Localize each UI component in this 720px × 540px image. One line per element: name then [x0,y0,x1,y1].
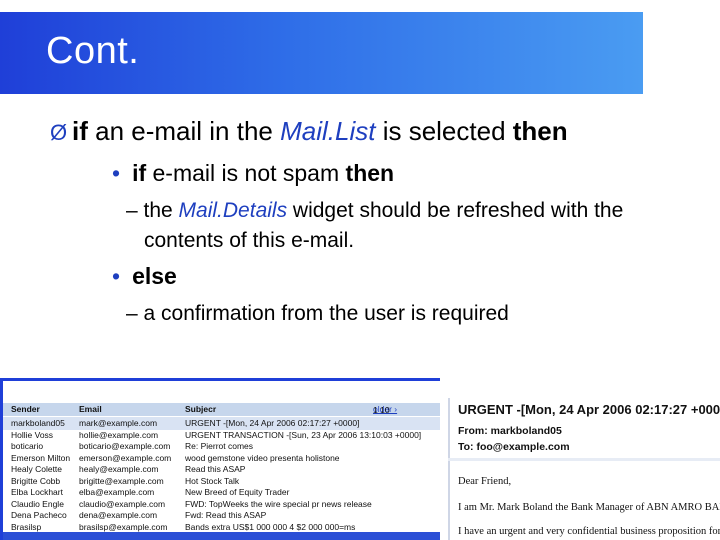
cell-sender: Healy Colette [11,464,63,474]
cell-subject: URGENT TRANSACTION -[Sun, 23 Apr 2006 13… [185,429,422,440]
cell-subject: Fwd: Read this ASAP [185,510,267,520]
detail-subject: URGENT -[Mon, 24 Apr 2006 02:17:27 +0000… [458,402,720,417]
divider [448,398,450,540]
cell-email: dena@example.com [79,510,158,520]
bullet-refresh-details-cont: contents of this e-mail. [144,229,355,252]
cell-sender: Elba Lockhart [11,487,63,497]
bullet-dot-icon: • [112,160,121,186]
detail-body-line: I have an urgent and very confidential b… [458,526,720,537]
embedded-screenshots: Sender Email Subjecr 1 10 of 37 older › … [0,378,720,540]
bullet-else: • else [112,263,177,290]
bullet-mail-list-selected: Ø if an e-mail in the Mail.List is selec… [50,116,568,147]
pager: 1 10 of 37 older › [373,404,397,425]
slide-title: Cont. [46,30,140,72]
keyword-if: if [132,160,147,186]
cell-subject: wood gemstone video presenta holistone [185,452,340,463]
cell-email: emerson@example.com [79,452,172,463]
mail-list-header: Sender Email Subjecr 1 10 of 37 older › [3,403,440,425]
cell-subject: Read this ASAP [185,464,246,474]
cell-email: elba@example.com [79,487,155,497]
keyword-else: else [132,263,177,289]
cell-sender: Emerson Milton [11,452,71,463]
bullet-text: e-mail is not spam [146,160,346,186]
cell-sender: Claudio Engle [11,498,64,509]
cell-subject: Re: Pierrot comes [185,441,254,451]
cell-email: mark@example.com [79,418,158,428]
cell-sender: Dena Pacheco [11,510,67,520]
cell-sender: boticario [11,441,44,451]
divider [448,458,720,461]
cell-sender: Brasilsp [11,521,42,532]
cell-email: hollie@example.com [79,429,159,440]
bullet-refresh-details: – the Mail.Details widget should be refr… [126,199,623,223]
cell-subject: FWD: TopWeeks the wire special pr news r… [185,498,372,509]
column-header-sender[interactable]: Sender [11,404,81,414]
bullet-text: is selected [375,116,513,146]
cell-sender: Hollie Voss [11,429,54,440]
keyword-then: then [512,116,568,146]
cell-email: boticario@example.com [79,441,171,451]
detail-greeting: Dear Friend, [458,476,512,487]
term-mail-list: Mail.List [280,116,376,146]
mail-list-footer [3,532,440,540]
cell-sender: markboland05 [11,418,65,428]
cell-email: claudio@example.com [79,498,166,509]
bullet-confirmation: – a confirmation from the user is requir… [126,302,509,325]
cell-subject: URGENT -[Mon, 24 Apr 2006 02:17:27 +0000… [185,418,360,428]
bullet-text: widget should be refreshed with the [287,199,624,222]
arrow-bullet-icon: Ø [50,120,68,145]
detail-from: From: markboland05 [458,425,562,437]
bullet-text: – the [126,199,179,222]
mail-list-widget: Sender Email Subjecr 1 10 of 37 older › … [0,378,440,540]
bullet-not-spam: • if e-mail is not spam then [112,160,394,187]
title-banner: Cont. [0,12,643,94]
term-mail-details: Mail.Details [178,199,288,222]
column-header-subject[interactable]: Subjecr [185,404,365,414]
keyword-if: if [72,116,88,146]
cell-subject: Bands extra US$1 000 000 4 $2 000 000=ms [185,521,356,532]
keyword-then: then [345,160,395,186]
detail-to: To: foo@example.com [458,441,570,453]
cell-subject: New Breed of Equity Trader [185,487,290,497]
mail-details-widget: URGENT -[Mon, 24 Apr 2006 02:17:27 +0000… [448,398,720,540]
cell-sender: Brigitte Cobb [11,475,61,486]
cell-email: brigitte@example.com [79,475,164,486]
cell-subject: Hot Stock Talk [185,475,240,486]
cell-email: brasilsp@example.com [79,521,168,532]
detail-body-line: I am Mr. Mark Boland the Bank Manager of… [458,502,720,513]
bullet-dot-icon: • [112,263,121,289]
cell-email: healy@example.com [79,464,159,474]
column-header-email[interactable]: Email [79,404,179,414]
bullet-text: an e-mail in the [87,116,281,146]
